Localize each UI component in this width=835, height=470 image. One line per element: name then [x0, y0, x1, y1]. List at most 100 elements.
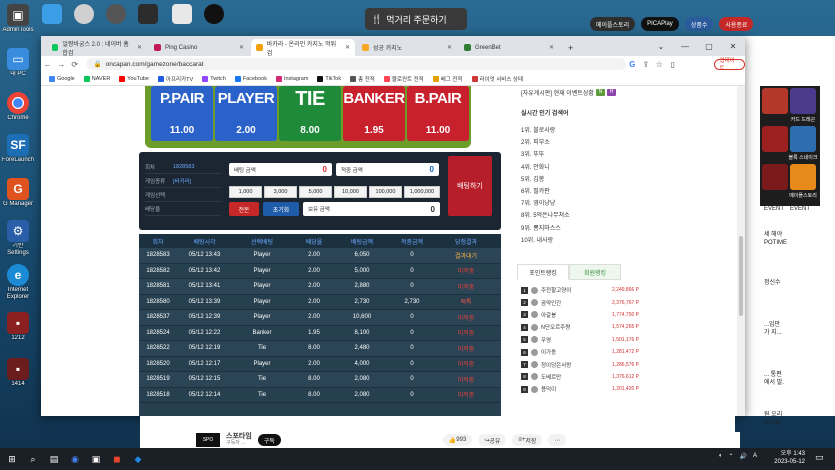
sidebar-icon[interactable]: ▯	[666, 60, 680, 69]
speaker-icon[interactable]	[74, 4, 94, 24]
back-icon[interactable]: ←	[41, 60, 55, 69]
game-thumb[interactable]	[790, 126, 816, 152]
tab-greenbet[interactable]: GreenBet ✕	[459, 39, 559, 56]
network-icon[interactable]: ◐	[719, 453, 723, 460]
order-banner[interactable]: 🍴 먹거리 주문하기	[365, 8, 467, 30]
chevron-down-icon[interactable]: ⌄	[649, 36, 673, 56]
windows-start-icon[interactable]: ⊞	[3, 450, 21, 468]
more-button[interactable]: ⋯	[548, 434, 567, 446]
maplestory-pill[interactable]: 메이플스토리	[590, 17, 636, 31]
update-button[interactable]: 업데이트	[713, 58, 746, 72]
save-button[interactable]: ≡+ 저장	[512, 434, 543, 446]
like-button[interactable]: 👍 993	[442, 434, 473, 446]
channel-avatar[interactable]: SPO	[196, 433, 220, 447]
tab-point-ranking[interactable]: 포인트랭킹	[517, 264, 569, 280]
printer-icon[interactable]	[172, 4, 192, 24]
close-icon[interactable]: ✕	[239, 44, 244, 51]
bet-p-pair[interactable]: P.PAIR 11.00	[151, 86, 213, 141]
desktop-icon-forelauncher[interactable]: SFForeLauncher	[2, 134, 34, 171]
search-icon[interactable]: ⌕	[24, 450, 42, 468]
tab-member-ranking[interactable]: 회원랭킹	[569, 264, 621, 280]
tab-success-casino[interactable]: 성공 카지노 ✕	[357, 39, 457, 56]
popular-item[interactable]: 8위. 5억은나무쳐소	[517, 210, 627, 222]
event-notice[interactable]: [자유게시판] 현재 이벤트상황 N H	[521, 88, 616, 97]
chip-5000[interactable]: 5,000	[299, 186, 332, 198]
bet-banker[interactable]: BANKER 1.95	[343, 86, 405, 141]
desktop-icon-gmanager[interactable]: GG Manager	[2, 178, 34, 215]
task-view-icon[interactable]: ▤	[45, 450, 63, 468]
close-icon[interactable]: ✕	[721, 36, 745, 56]
reset-button[interactable]: 초기화	[263, 202, 299, 216]
chip-100000[interactable]: 100,000	[369, 186, 402, 198]
popular-item[interactable]: 3위. 뚜뚜	[517, 149, 627, 161]
bookmark-tiktok[interactable]: TikTok	[317, 75, 341, 82]
star-icon[interactable]: ☆	[653, 60, 667, 69]
chip-1000[interactable]: 1,000	[229, 186, 262, 198]
chip-10000[interactable]: 10,000	[334, 186, 367, 198]
chip-3000[interactable]: 3,000	[264, 186, 297, 198]
game-thumb[interactable]	[762, 126, 788, 152]
desktop-icon-1212[interactable]: ▪ 1212	[2, 312, 34, 349]
product-button[interactable]: 상품수	[684, 17, 714, 31]
end-session-button[interactable]: 사용종료	[719, 17, 754, 31]
ranking-row[interactable]: 6 이가동 1,281,472 P	[517, 346, 645, 358]
chip-1000000[interactable]: 1,000,000	[404, 186, 440, 198]
tab-ping-casino[interactable]: Ping Casino ✕	[149, 39, 249, 56]
close-icon[interactable]: ✕	[345, 44, 350, 51]
maximize-icon[interactable]: ▢	[697, 36, 721, 56]
bookmark-valorant[interactable]: 블로컨트 전적	[383, 75, 424, 83]
game-thumb[interactable]	[762, 164, 788, 190]
bookmark-google[interactable]: Google	[49, 75, 75, 82]
bookmark-riot[interactable]: 라이엇 서비스 상태	[471, 75, 523, 83]
bet-b-pair[interactable]: B.PAIR 11.00	[407, 86, 469, 141]
tab-baccarat[interactable]: 바카라 - 온라인 카지노 먹튀 검 ✕	[251, 39, 355, 57]
clock[interactable]: 오후 1:43 2023-05-12	[774, 450, 805, 466]
ranking-row[interactable]: 5 우영 1,501,176 P	[517, 334, 645, 346]
close-icon[interactable]: ✕	[137, 44, 142, 51]
ranking-row[interactable]: 7 정이덩은사랑 1,286,576 P	[517, 358, 645, 370]
url-input[interactable]: 🔒 oncapan.com/gamezone/baccarat	[85, 58, 626, 70]
close-icon[interactable]: ✕	[549, 44, 554, 51]
desktop-icon-admintools[interactable]: ▣ AdminTools	[2, 4, 34, 41]
desktop-icon-ie[interactable]: e Internet Explorer	[2, 264, 34, 301]
chrome-icon[interactable]: ◉	[66, 450, 84, 468]
app-shortcut-icon[interactable]	[42, 4, 62, 24]
ranking-row[interactable]: 2 곰약인간 2,376,767 P	[517, 296, 645, 308]
game-thumb[interactable]	[762, 88, 788, 114]
headset-icon[interactable]	[106, 4, 126, 24]
app-icon[interactable]: ◼	[108, 450, 126, 468]
bookmark-facebook[interactable]: Facebook	[234, 75, 267, 82]
close-icon[interactable]: ✕	[447, 44, 452, 51]
bet-player[interactable]: PLAYER 2.00	[215, 86, 277, 141]
popular-item[interactable]: 2위. 피부소	[517, 137, 627, 149]
desktop-icon-chrome[interactable]: Chrome	[2, 92, 34, 129]
ranking-row[interactable]: 9 용덕이 1,201,420 P	[517, 383, 645, 395]
notification-icon[interactable]: ▭	[815, 452, 829, 466]
bet-amount-field[interactable]: 배팅 금액 0	[229, 163, 332, 176]
ranking-row[interactable]: 4 N단오르주짱 1,574,265 P	[517, 321, 645, 333]
popular-item[interactable]: 9위. 뿅지마스스	[517, 223, 627, 235]
google-icon[interactable]: G	[626, 60, 640, 69]
ranking-row[interactable]: 8 도베르만 1,376,612 P	[517, 371, 645, 383]
bet-tie[interactable]: TIE 8.00	[279, 86, 341, 141]
app-icon[interactable]: ◆	[129, 450, 147, 468]
popular-item[interactable]: 7위. 영이냥냥	[517, 198, 627, 210]
desktop-icon-mypc[interactable]: ▭ 내 PC	[2, 48, 34, 85]
bookmark-record[interactable]: 총 전적	[350, 75, 375, 83]
share-icon[interactable]: ⇪	[639, 60, 653, 69]
volume-icon[interactable]: 🔊	[740, 453, 747, 460]
launcher-icon[interactable]: ▣	[87, 450, 105, 468]
popular-item[interactable]: 5위. 김봉	[517, 174, 627, 186]
bookmark-twitch[interactable]: Twitch	[202, 75, 226, 82]
desktop-icon-1414[interactable]: ▪ 1414	[2, 358, 34, 395]
subscribe-button[interactable]: 구독	[257, 434, 281, 446]
ranking-row[interactable]: 1 주전할고양이 2,249,866 P	[517, 284, 645, 296]
bookmark-naver[interactable]: NAVER	[83, 75, 110, 82]
bookmark-afreecatv[interactable]: 아프리카TV	[157, 75, 193, 83]
minimize-icon[interactable]: —	[673, 36, 697, 56]
scrollbar-thumb[interactable]	[739, 236, 743, 316]
app-shortcut-icon[interactable]	[138, 4, 158, 24]
popular-item[interactable]: 4위. 안화니	[517, 162, 627, 174]
bookmark-pubg[interactable]: 배그 전적	[432, 75, 463, 83]
page-scrollbar[interactable]	[737, 86, 745, 416]
